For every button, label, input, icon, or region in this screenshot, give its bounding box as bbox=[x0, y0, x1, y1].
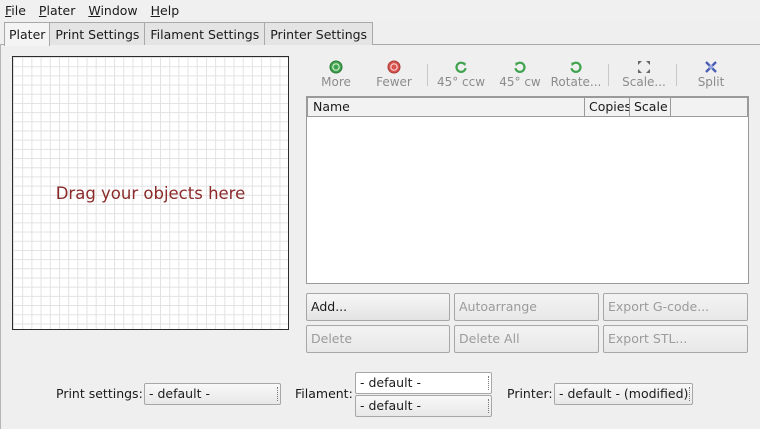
toolbar-separator bbox=[676, 64, 677, 86]
tab-printer-settings[interactable]: Printer Settings bbox=[264, 22, 374, 45]
rotate-label: Rotate... bbox=[550, 75, 602, 89]
printer-combo[interactable]: - default - (modified) bbox=[554, 383, 693, 405]
menu-window[interactable]: Window bbox=[88, 3, 137, 18]
rotate-cw-button[interactable]: 45° cw bbox=[494, 60, 546, 90]
export-gcode-button[interactable]: Export G-code... bbox=[603, 293, 748, 321]
tab-print-settings[interactable]: Print Settings bbox=[49, 22, 146, 45]
export-stl-button[interactable]: Export STL... bbox=[603, 325, 748, 353]
fewer-button[interactable]: Fewer bbox=[368, 60, 420, 90]
rotate-ccw-icon bbox=[455, 61, 467, 73]
print-settings-combo[interactable]: - default - bbox=[144, 383, 281, 405]
object-list-header: Name Copies Scale bbox=[307, 97, 748, 117]
drop-placeholder: Drag your objects here bbox=[55, 183, 246, 203]
scale-arrows-icon bbox=[638, 61, 650, 73]
minus-circle-icon bbox=[387, 60, 401, 74]
menu-file[interactable]: File bbox=[5, 3, 26, 18]
tab-filament-settings[interactable]: Filament Settings bbox=[144, 22, 266, 45]
fewer-label: Fewer bbox=[376, 75, 412, 89]
filament-value-2: - default - bbox=[360, 398, 421, 413]
rotate-cw-label: 45° cw bbox=[499, 75, 541, 89]
scale-label: Scale... bbox=[622, 75, 666, 89]
plus-circle-icon bbox=[329, 60, 343, 74]
column-copies[interactable]: Copies bbox=[584, 97, 630, 117]
combo-arrow-icon bbox=[488, 376, 489, 390]
filament-value-1: - default - bbox=[360, 375, 421, 390]
toolbar-separator bbox=[427, 64, 428, 86]
split-button[interactable]: Split bbox=[686, 60, 736, 90]
printer-value: - default - (modified) bbox=[559, 386, 689, 401]
filament-combo-2[interactable]: - default - bbox=[355, 395, 492, 417]
column-scale[interactable]: Scale bbox=[629, 97, 671, 117]
split-icon bbox=[705, 61, 717, 73]
plater-toolbar: More Fewer 45° ccw 45° cw Rotate... Scal… bbox=[310, 60, 750, 90]
rotate-icon bbox=[570, 61, 582, 73]
autoarrange-button[interactable]: Autoarrange bbox=[454, 293, 599, 321]
tab-plater[interactable]: Plater bbox=[4, 22, 51, 46]
print-settings-value: - default - bbox=[149, 386, 210, 401]
menu-bar: File Plater Window Help bbox=[0, 0, 760, 20]
plater-canvas[interactable]: Drag your objects here bbox=[12, 56, 289, 330]
rotate-ccw-label: 45° ccw bbox=[436, 75, 486, 89]
menu-plater[interactable]: Plater bbox=[39, 3, 75, 18]
menu-help[interactable]: Help bbox=[151, 3, 180, 18]
object-list[interactable]: Name Copies Scale bbox=[306, 96, 749, 284]
combo-arrow-icon bbox=[689, 387, 690, 401]
column-filler bbox=[670, 97, 748, 117]
rotate-ccw-button[interactable]: 45° ccw bbox=[432, 60, 490, 90]
more-button[interactable]: More bbox=[310, 60, 362, 90]
rotate-cw-icon bbox=[514, 61, 526, 73]
column-name[interactable]: Name bbox=[307, 97, 585, 117]
print-settings-label: Print settings: bbox=[56, 386, 143, 401]
delete-all-button[interactable]: Delete All bbox=[454, 325, 599, 353]
filament-label: Filament: bbox=[295, 386, 353, 401]
scale-button[interactable]: Scale... bbox=[616, 60, 672, 90]
more-label: More bbox=[321, 75, 351, 89]
toolbar-separator bbox=[608, 64, 609, 86]
printer-label: Printer: bbox=[507, 386, 553, 401]
rotate-button[interactable]: Rotate... bbox=[548, 60, 604, 90]
combo-arrow-icon bbox=[488, 399, 489, 413]
filament-combo-1[interactable]: - default - bbox=[355, 372, 492, 394]
tab-bar: Plater Print Settings Filament Settings … bbox=[4, 22, 374, 46]
add-button[interactable]: Add... bbox=[306, 293, 450, 321]
delete-button[interactable]: Delete bbox=[306, 325, 450, 353]
split-label: Split bbox=[697, 75, 725, 89]
combo-arrow-icon bbox=[277, 387, 278, 401]
panel-left-border bbox=[0, 44, 1, 429]
